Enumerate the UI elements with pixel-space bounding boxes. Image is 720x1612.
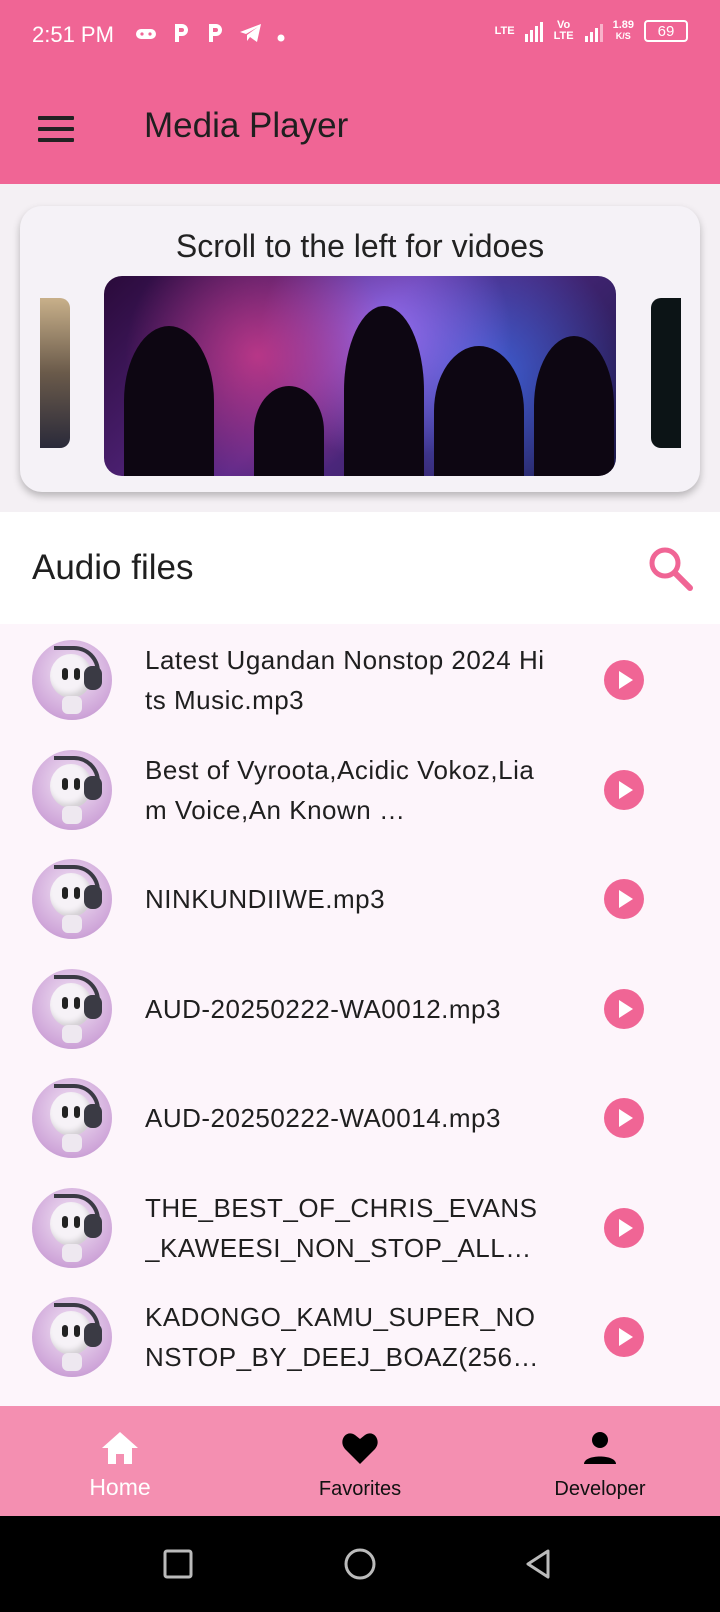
headphones-character-avatar <box>32 1187 112 1268</box>
headphones-character-avatar <box>32 968 112 1049</box>
battery-icon: 69 <box>644 20 688 42</box>
p-app-icon <box>171 22 191 50</box>
audio-list-item[interactable]: Best of Vyroota,Acidic Vokoz,Liam Voice,… <box>0 734 720 846</box>
nav-home-label: Home <box>89 1474 151 1500</box>
audio-file-list: Latest Ugandan Nonstop 2024 Hits Music.m… <box>0 624 720 1406</box>
net-speed-unit: K/S <box>615 31 631 41</box>
nav-developer-label: Developer <box>554 1478 646 1500</box>
headphones-character-avatar <box>32 1297 112 1377</box>
bottom-navigation: Home Favorites Developer <box>0 1406 720 1516</box>
audio-files-header: Audio files <box>0 512 720 624</box>
play-icon[interactable] <box>604 660 644 700</box>
game-controller-icon <box>135 25 157 48</box>
audio-list-item[interactable]: AUD-20250222-WA0014.mp3 <box>0 1062 720 1174</box>
video-carousel-section: Scroll to the left for vidoes <box>0 184 720 512</box>
play-icon[interactable] <box>604 769 644 810</box>
play-icon[interactable] <box>604 1207 644 1248</box>
headphones-character-avatar <box>32 640 112 720</box>
lte-label: LTE <box>494 24 515 37</box>
section-title: Audio files <box>32 548 194 587</box>
net-speed-value: 1.89 <box>612 19 634 31</box>
video-thumbnail[interactable] <box>104 276 616 476</box>
status-bar: 2:51 PM LTE Vo LTE 1.89 K/S 69 <box>0 0 720 72</box>
page-title: Media Player <box>144 106 349 145</box>
video-carousel[interactable]: Scroll to the left for vidoes <box>20 206 700 492</box>
play-icon[interactable] <box>604 988 644 1029</box>
nav-favorites[interactable]: Favorites <box>240 1406 480 1516</box>
headphones-character-avatar <box>32 749 112 830</box>
audio-title-text: NINKUNDIIWE.mp3 <box>145 884 386 914</box>
hamburger-menu-icon[interactable] <box>38 116 74 142</box>
back-icon[interactable] <box>522 1548 554 1585</box>
play-icon[interactable] <box>604 879 644 919</box>
volte-label: Vo LTE <box>553 19 574 42</box>
audio-title: NINKUNDIIWE.mp3 <box>145 843 545 955</box>
recent-apps-icon[interactable] <box>162 1548 194 1585</box>
audio-title: Best of Vyroota,Acidic Vokoz,Liam Voice,… <box>145 734 545 846</box>
audio-title: AUD-20250222-WA0012.mp3 <box>145 953 545 1065</box>
system-status-icons: LTE Vo LTE 1.89 K/S 69 <box>495 20 688 42</box>
audio-list-item[interactable]: THE_BEST_OF_CHRIS_EVANS_KAWEESI_NON_STOP… <box>0 1172 720 1284</box>
play-icon[interactable] <box>604 1098 644 1138</box>
audio-title-text: AUD-20250222-WA0012.mp3 <box>145 993 501 1024</box>
audio-title-text: KADONGO_KAMU_SUPER_NONSTOP_BY_DEEJ_BOAZ(… <box>145 1302 536 1372</box>
audio-list-item[interactable]: KADONGO_KAMU_SUPER_NONSTOP_BY_DEEJ_BOAZ(… <box>0 1281 720 1393</box>
search-icon[interactable] <box>646 544 694 592</box>
nav-favorites-label: Favorites <box>318 1478 402 1500</box>
status-time: 2:51 PM <box>32 22 114 47</box>
audio-list-item[interactable]: NINKUNDIIWE.mp3 <box>0 843 720 955</box>
audio-title-text: Latest Ugandan Nonstop 2024 Hits Music.m… <box>145 645 545 715</box>
audio-title: KADONGO_KAMU_SUPER_NONSTOP_BY_DEEJ_BOAZ(… <box>145 1281 545 1393</box>
heart-icon <box>340 1428 380 1468</box>
headphones-character-avatar <box>32 1078 112 1158</box>
signal-icon <box>524 20 543 42</box>
net-speed: 1.89 K/S <box>613 20 634 42</box>
carousel-caption: Scroll to the left for vidoes <box>175 228 545 264</box>
audio-title: Latest Ugandan Nonstop 2024 Hits Music.m… <box>145 624 545 736</box>
video-thumbnail-next[interactable] <box>651 298 681 448</box>
nav-developer[interactable]: Developer <box>480 1406 720 1516</box>
audio-title: THE_BEST_OF_CHRIS_EVANS_KAWEESI_NON_STOP… <box>145 1172 545 1284</box>
nav-home[interactable]: Home <box>0 1406 240 1516</box>
p-app-icon-2 <box>205 22 225 50</box>
notification-icons <box>135 22 285 50</box>
audio-list-item[interactable]: AUD-20250222-WA0012.mp3 <box>0 953 720 1065</box>
audio-title-text: Best of Vyroota,Acidic Vokoz,Liam Voice,… <box>145 754 535 825</box>
audio-list-item[interactable]: Latest Ugandan Nonstop 2024 Hits Music.m… <box>0 624 720 736</box>
video-thumbnail-prev[interactable] <box>40 298 70 448</box>
audio-title-text: AUD-20250222-WA0014.mp3 <box>145 1103 501 1133</box>
headphones-character-avatar <box>32 859 112 939</box>
dot-icon <box>277 25 285 48</box>
signal-icon-2 <box>584 20 603 42</box>
play-icon[interactable] <box>604 1317 644 1357</box>
audio-title-text: THE_BEST_OF_CHRIS_EVANS_KAWEESI_NON_STOP… <box>145 1192 538 1263</box>
person-icon <box>580 1428 620 1468</box>
telegram-icon <box>239 23 263 49</box>
audio-title: AUD-20250222-WA0014.mp3 <box>145 1062 545 1174</box>
system-navigation-bar <box>0 1516 720 1612</box>
app-bar: Media Player <box>0 72 720 184</box>
home-circle-icon[interactable] <box>342 1548 378 1589</box>
home-icon <box>100 1428 140 1468</box>
